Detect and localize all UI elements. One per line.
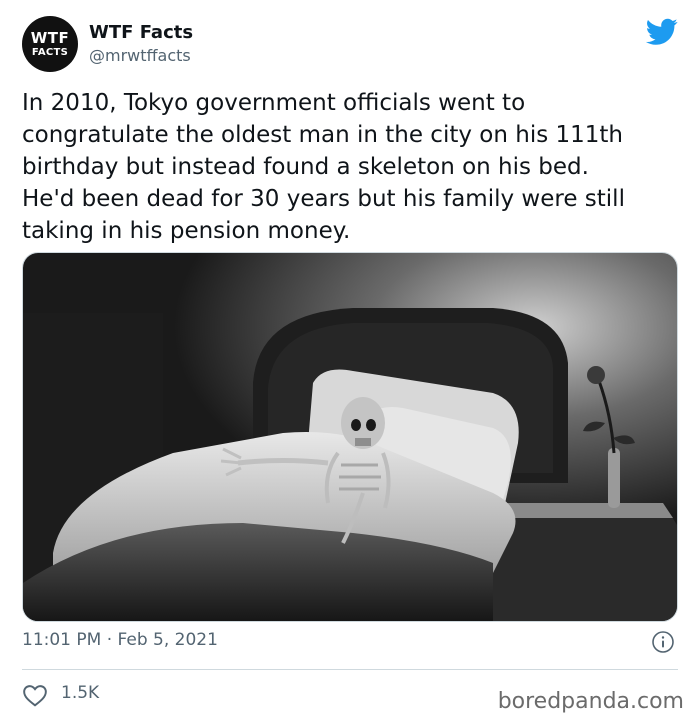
tweet-photo[interactable] [22, 252, 678, 622]
divider [22, 669, 678, 670]
display-name[interactable]: WTF Facts [89, 22, 193, 43]
skeleton-in-bed-photo [23, 253, 677, 621]
user-handle[interactable]: @mrwtffacts [89, 46, 191, 65]
heart-icon[interactable] [22, 683, 48, 707]
like-count[interactable]: 1.5K [61, 683, 99, 703]
info-icon[interactable] [651, 630, 675, 654]
avatar-text-facts: FACTS [31, 46, 69, 58]
tweet-timestamp[interactable]: 11:01 PM · Feb 5, 2021 [22, 630, 218, 650]
tweet-text: In 2010, Tokyo government officials went… [22, 90, 625, 244]
tweet-card: WTF FACTS WTF Facts @mrwtffacts In 2010,… [0, 0, 700, 724]
avatar-text-wtf: WTF [30, 28, 70, 47]
avatar[interactable]: WTF FACTS [22, 16, 78, 72]
watermark: boredpanda.com [497, 689, 684, 714]
twitter-bird-icon[interactable] [646, 18, 678, 46]
